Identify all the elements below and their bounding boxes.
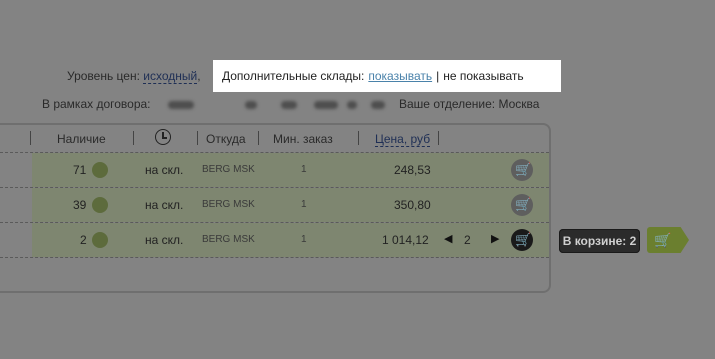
price: 350,80 xyxy=(394,198,431,212)
header-divider xyxy=(258,131,259,145)
in-cart-badge[interactable]: В корзине: 2 xyxy=(559,229,640,253)
stock-where: на скл. xyxy=(145,233,184,247)
row-highlight xyxy=(32,153,549,187)
warehouses-divider: | xyxy=(436,69,440,83)
header-min-order: Мин. заказ xyxy=(273,132,333,146)
cart-qty: 2 xyxy=(464,233,471,247)
redacted-value xyxy=(245,100,258,109)
stock-qty: 71 xyxy=(73,163,87,177)
contract-row: В рамках договора: xyxy=(42,97,385,111)
table-row: 71 на скл. BERG MSK 1 248,53 🛒 xyxy=(0,153,549,187)
header-divider xyxy=(30,131,31,145)
min-order: 1 xyxy=(301,164,307,175)
header-divider xyxy=(197,131,198,145)
min-order: 1 xyxy=(301,199,307,210)
add-to-cart-button[interactable]: 🛒 xyxy=(511,194,533,216)
price-level: Уровень цен: исходный, xyxy=(67,69,201,84)
hide-warehouses-link[interactable]: не показывать xyxy=(443,69,523,83)
header-stock: Наличие xyxy=(57,132,106,146)
contract-label: В рамках договора: xyxy=(42,97,151,111)
table-row: 39 на скл. BERG MSK 1 350,80 🛒 xyxy=(0,188,549,222)
price-level-label: Уровень цен: xyxy=(67,69,140,83)
source: BERG MSK xyxy=(202,199,255,210)
row-divider xyxy=(0,257,549,258)
source: BERG MSK xyxy=(202,164,255,175)
row-left-cell xyxy=(0,188,32,222)
header-from: Откуда xyxy=(206,132,246,146)
header-price-sort[interactable]: Цена, руб xyxy=(375,132,431,147)
redacted-value xyxy=(313,100,338,109)
decrease-qty-button[interactable]: ◀ xyxy=(444,232,452,245)
row-highlight xyxy=(32,223,549,257)
go-to-cart-button[interactable]: 🛒 xyxy=(647,227,689,253)
stock-status-icon xyxy=(92,232,108,248)
redacted-value xyxy=(280,100,297,109)
clock-icon xyxy=(155,129,171,145)
price: 1 014,12 xyxy=(382,233,429,247)
price-level-link[interactable]: исходный xyxy=(143,69,198,84)
redacted-value xyxy=(347,100,358,109)
cart-icon: 🛒 xyxy=(515,232,532,247)
stock-where: на скл. xyxy=(145,198,184,212)
row-highlight xyxy=(32,188,549,222)
table-row: 2 на скл. BERG MSK 1 1 014,12 ◀ 2 ▶ 🛒 xyxy=(0,223,549,257)
row-left-cell xyxy=(0,223,32,257)
extra-warehouses-label: Дополнительные склады: xyxy=(222,69,365,83)
source: BERG MSK xyxy=(202,234,255,245)
stock-status-icon xyxy=(92,162,108,178)
redacted-value xyxy=(370,100,385,109)
price: 248,53 xyxy=(394,163,431,177)
extra-warehouses-box: Дополнительные склады: показывать | не п… xyxy=(213,60,561,92)
stock-qty: 39 xyxy=(73,198,87,212)
cart-icon: 🛒 xyxy=(654,231,672,248)
stock-qty: 2 xyxy=(80,233,87,247)
stock-status-icon xyxy=(92,197,108,213)
redacted-value xyxy=(167,100,194,109)
cart-icon: 🛒 xyxy=(515,162,532,177)
header-divider xyxy=(358,131,359,145)
header-divider xyxy=(133,131,134,145)
cart-icon: 🛒 xyxy=(515,197,532,212)
show-warehouses-link[interactable]: показывать xyxy=(368,69,432,83)
branch-label: Ваше отделение: xyxy=(399,97,496,111)
table-header: Наличие Откуда Мин. заказ Цена, руб xyxy=(0,126,549,152)
min-order: 1 xyxy=(301,234,307,245)
increase-qty-button[interactable]: ▶ xyxy=(491,232,499,245)
add-to-cart-button[interactable]: 🛒 xyxy=(511,229,533,251)
price-level-sep: , xyxy=(197,69,201,83)
branch-value: Москва xyxy=(498,97,540,111)
header-divider xyxy=(438,131,439,145)
stock-where: на скл. xyxy=(145,163,184,177)
add-to-cart-button[interactable]: 🛒 xyxy=(511,159,533,181)
row-left-cell xyxy=(0,153,32,187)
branch: Ваше отделение: Москва xyxy=(399,97,539,111)
